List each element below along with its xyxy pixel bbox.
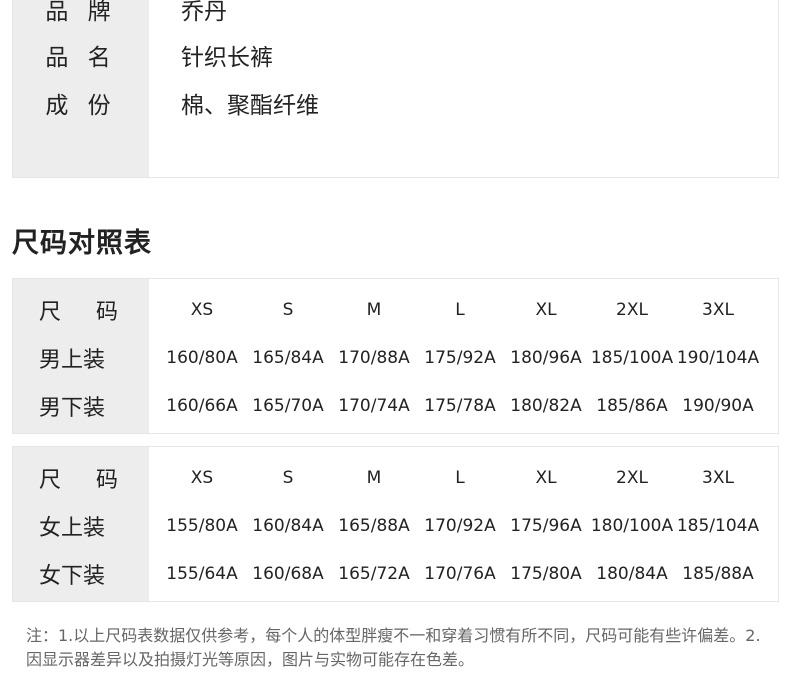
size-cell: 175/96A xyxy=(510,516,582,536)
size-chart-title: 尺码对照表 xyxy=(12,228,152,259)
table-row: 女下装 155/64A 160/68A 165/72A 170/76A 175/… xyxy=(13,550,754,598)
size-cell: 185/104A xyxy=(676,516,760,536)
size-cell: 160/68A xyxy=(252,564,324,584)
row-label: 尺 码 xyxy=(39,468,132,493)
row-label: 男上装 xyxy=(39,348,106,373)
row-label: 女上装 xyxy=(39,516,106,541)
info-value: 棉、聚酯纤维 xyxy=(181,93,319,119)
size-cell: 175/80A xyxy=(510,564,582,584)
size-cell: 175/92A xyxy=(424,348,496,368)
size-cell: 160/84A xyxy=(252,516,324,536)
size-cell: M xyxy=(366,300,382,320)
table-row: 尺 码 XS S M L XL 2XL 3XL xyxy=(13,454,734,502)
size-cell: 2XL xyxy=(616,300,648,320)
size-cell: 185/86A xyxy=(596,396,668,416)
size-chart-note: 注：1.以上尺码表数据仅供参考，每个人的体型胖瘦不一和穿着习惯有所不同，尺码可能… xyxy=(26,626,761,669)
size-cell: 175/78A xyxy=(424,396,496,416)
size-cell: 180/82A xyxy=(510,396,582,416)
info-value: 乔丹 xyxy=(181,0,227,25)
row-label: 男下装 xyxy=(39,396,106,421)
info-row-material: 成 份 棉、聚酯纤维 xyxy=(13,79,319,127)
info-label: 成 份 xyxy=(45,93,117,119)
size-cell: 160/66A xyxy=(166,396,238,416)
size-cell: L xyxy=(455,468,465,488)
row-label: 尺 码 xyxy=(39,300,132,325)
size-cell: L xyxy=(455,300,465,320)
size-cell: 155/80A xyxy=(166,516,238,536)
size-cell: 185/100A xyxy=(590,348,674,368)
size-cell: 180/84A xyxy=(596,564,668,584)
info-row-name: 品 名 针织长裤 xyxy=(13,31,273,79)
size-cell: S xyxy=(282,300,294,320)
size-cell: 160/80A xyxy=(166,348,238,368)
size-cell: 180/100A xyxy=(590,516,674,536)
size-cell: 180/96A xyxy=(510,348,582,368)
size-cell: 170/88A xyxy=(338,348,410,368)
size-cell: 165/88A xyxy=(338,516,410,536)
women-size-table: 尺 码 XS S M L XL 2XL 3XL 女上装 155/80A 160/… xyxy=(12,446,779,602)
table-row: 女上装 155/80A 160/84A 165/88A 170/92A 175/… xyxy=(13,502,759,550)
info-label: 品 牌 xyxy=(45,0,117,25)
size-cell: 190/104A xyxy=(676,348,760,368)
size-cell: 190/90A xyxy=(682,396,754,416)
size-cell: 2XL xyxy=(616,468,648,488)
info-label: 品 名 xyxy=(45,45,117,71)
size-cell: XS xyxy=(190,468,214,488)
size-cell: XL xyxy=(535,300,557,320)
men-size-table: 尺 码 XS S M L XL 2XL 3XL 男上装 160/80A 165/… xyxy=(12,278,779,434)
size-cell: 170/76A xyxy=(424,564,496,584)
size-cell: 3XL xyxy=(702,468,734,488)
size-cell: 155/64A xyxy=(166,564,238,584)
table-row: 男下装 160/66A 165/70A 170/74A 175/78A 180/… xyxy=(13,382,754,430)
size-cell: 165/70A xyxy=(252,396,324,416)
size-cell: XL xyxy=(535,468,557,488)
size-cell: S xyxy=(282,468,294,488)
table-row: 尺 码 XS S M L XL 2XL 3XL xyxy=(13,286,734,334)
size-cell: 170/92A xyxy=(424,516,496,536)
size-cell: 170/74A xyxy=(338,396,410,416)
size-cell: M xyxy=(366,468,382,488)
info-row-brand: 品 牌 乔丹 xyxy=(13,0,227,33)
size-cell: 165/84A xyxy=(252,348,324,368)
size-cell: 165/72A xyxy=(338,564,410,584)
size-cell: 185/88A xyxy=(682,564,754,584)
table-row: 男上装 160/80A 165/84A 170/88A 175/92A 180/… xyxy=(13,334,759,382)
info-value: 针织长裤 xyxy=(181,45,273,71)
size-cell: 3XL xyxy=(702,300,734,320)
size-cell: XS xyxy=(190,300,214,320)
row-label: 女下装 xyxy=(39,564,106,589)
product-info-table: 品 牌 乔丹 品 名 针织长裤 成 份 棉、聚酯纤维 xyxy=(12,0,779,178)
